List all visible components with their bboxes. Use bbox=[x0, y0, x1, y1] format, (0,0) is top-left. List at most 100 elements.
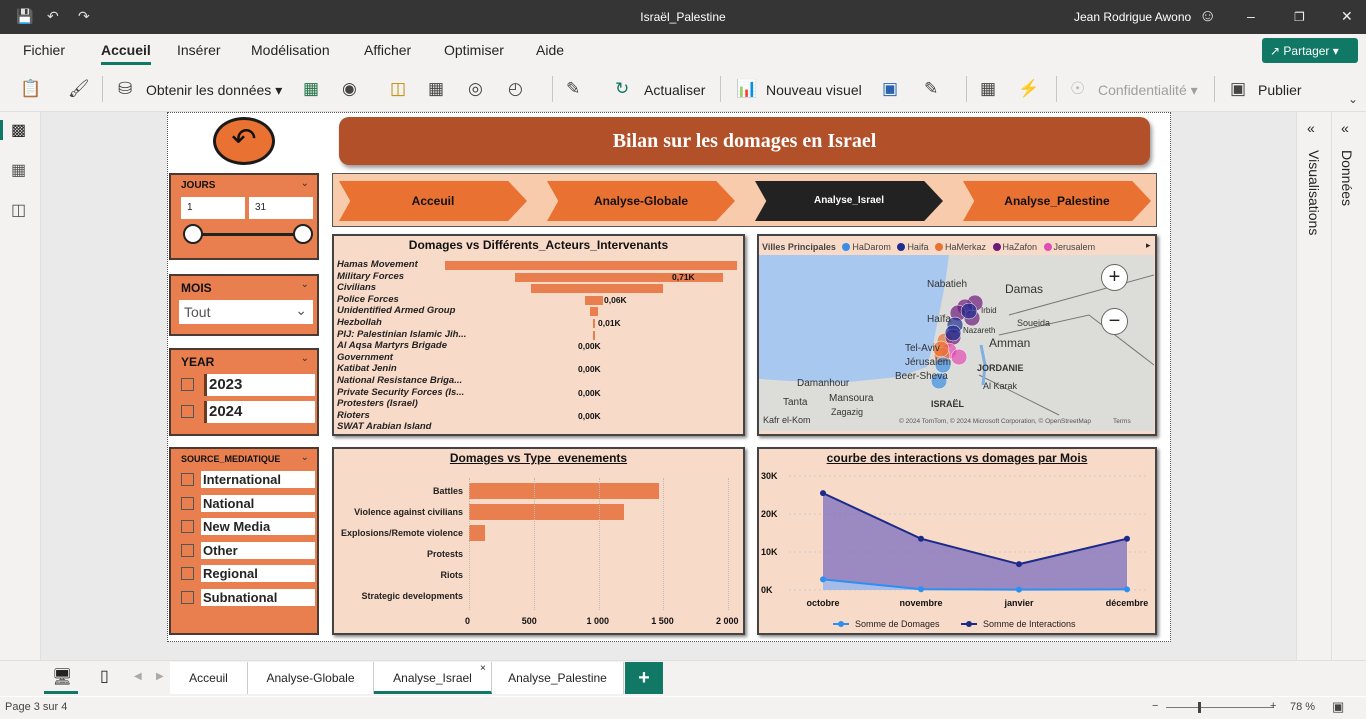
format-painter-icon[interactable]: 🖌 bbox=[68, 79, 90, 99]
interactions-point[interactable] bbox=[1124, 535, 1130, 542]
text-box-icon[interactable]: ▣ bbox=[882, 79, 898, 99]
actor-bar[interactable] bbox=[445, 261, 737, 270]
year-option-label[interactable]: 2024 bbox=[204, 401, 315, 423]
more-visuals-icon[interactable]: ✎ bbox=[924, 79, 938, 99]
domages-point[interactable] bbox=[918, 586, 924, 593]
page-tab-analyse-israel[interactable]: Analyse_Israel bbox=[374, 662, 492, 694]
close-tab-icon[interactable]: × bbox=[480, 663, 486, 674]
dataverse-icon[interactable]: ◉ bbox=[342, 79, 357, 99]
page-tab-analyse-palestine[interactable]: Analyse_Palestine bbox=[492, 662, 624, 694]
collapse-ribbon-icon[interactable]: ⌄ bbox=[1348, 92, 1358, 106]
source-option[interactable]: Other bbox=[179, 542, 315, 560]
chevron-down-icon[interactable]: ⌄ bbox=[301, 452, 309, 463]
map-point[interactable] bbox=[960, 302, 978, 320]
zoom-in-icon[interactable]: + bbox=[1270, 700, 1276, 712]
sql-icon[interactable]: ◫ bbox=[390, 79, 406, 99]
sensitivity-button[interactable]: Confidentialité ▾ bbox=[1098, 82, 1198, 99]
add-page-button[interactable]: + bbox=[625, 662, 663, 694]
map-terms-link[interactable]: Terms bbox=[1113, 418, 1131, 425]
interactions-point[interactable] bbox=[918, 535, 924, 542]
chevron-down-icon[interactable]: ⌄ bbox=[301, 279, 309, 290]
actor-bar[interactable] bbox=[585, 295, 603, 305]
nav-button-analyse-globale[interactable]: Analyse-Globale bbox=[547, 181, 735, 221]
chevron-down-icon[interactable]: ⌄ bbox=[301, 178, 309, 189]
zoom-out-button[interactable]: − bbox=[1101, 308, 1128, 335]
source-option[interactable]: Regional bbox=[179, 565, 315, 583]
source-checkbox[interactable] bbox=[181, 591, 194, 604]
interactions-point[interactable] bbox=[820, 490, 826, 497]
jours-min-handle[interactable] bbox=[183, 224, 203, 244]
mobile-layout-icon[interactable]: ▯ bbox=[100, 666, 109, 686]
nav-button-analyse-israel[interactable]: Analyse_Israel bbox=[755, 181, 943, 221]
map-point[interactable] bbox=[950, 348, 968, 366]
menu-inserer[interactable]: Insérer bbox=[177, 42, 221, 58]
actor-bar[interactable] bbox=[593, 330, 595, 340]
jours-max-handle[interactable] bbox=[293, 224, 313, 244]
report-view-icon[interactable]: ▩ bbox=[11, 120, 26, 140]
actor-bar[interactable] bbox=[531, 284, 663, 294]
year-option-label[interactable]: 2023 bbox=[204, 374, 315, 396]
enter-data-icon[interactable]: ▦ bbox=[428, 79, 444, 99]
year-2023-checkbox[interactable] bbox=[181, 378, 194, 391]
legend-next-icon[interactable]: ▸ bbox=[1146, 240, 1151, 251]
menu-aide[interactable]: Aide bbox=[536, 42, 564, 58]
zoom-in-button[interactable]: + bbox=[1101, 264, 1128, 291]
refresh-button[interactable]: Actualiser bbox=[644, 82, 705, 98]
source-checkbox[interactable] bbox=[181, 497, 194, 510]
menu-accueil[interactable]: Accueil bbox=[101, 42, 151, 65]
publish-button[interactable]: Publier bbox=[1258, 82, 1302, 98]
domages-point[interactable] bbox=[1016, 586, 1022, 593]
transform-data-icon[interactable]: ✎ bbox=[566, 79, 580, 99]
zoom-slider[interactable] bbox=[1166, 707, 1274, 708]
source-option[interactable]: International bbox=[179, 471, 315, 489]
event-type-bar[interactable] bbox=[469, 483, 660, 499]
source-checkbox[interactable] bbox=[181, 473, 194, 486]
collapse-visualizations-icon[interactable]: « bbox=[1307, 120, 1315, 136]
excel-icon[interactable]: ▦ bbox=[303, 79, 319, 99]
mois-dropdown[interactable]: Tout ⌄ bbox=[179, 300, 313, 324]
menu-modelisation[interactable]: Modélisation bbox=[251, 42, 330, 58]
back-button[interactable]: ↶ bbox=[213, 117, 275, 165]
source-option[interactable]: Subnational bbox=[179, 589, 315, 607]
transform-icon[interactable]: ◴ bbox=[508, 79, 523, 99]
maximize-icon[interactable]: ❐ bbox=[1294, 10, 1305, 24]
nav-button-analyse-palestine[interactable]: Analyse_Palestine bbox=[963, 181, 1151, 221]
fit-to-page-icon[interactable]: ▣ bbox=[1332, 699, 1344, 715]
map-canvas[interactable]: Nabatieh Damas Haïfa Soueida Tel-Aviv Am… bbox=[759, 255, 1154, 431]
get-data-button[interactable]: Obtenir les données ▾ bbox=[146, 82, 282, 99]
source-checkbox[interactable] bbox=[181, 520, 194, 533]
event-type-bar[interactable] bbox=[469, 525, 485, 541]
menu-fichier[interactable]: Fichier bbox=[23, 42, 65, 58]
share-button[interactable]: ↗ Partager ▾ bbox=[1262, 38, 1358, 63]
calculator-icon[interactable]: ▦ bbox=[980, 79, 996, 99]
page-tab-analyse-globale[interactable]: Analyse-Globale bbox=[248, 662, 374, 694]
event-types-chart[interactable]: Domages vs Type_evenements bbox=[332, 447, 745, 635]
model-view-icon[interactable]: ◫ bbox=[11, 200, 26, 220]
data-pane-label[interactable]: Données bbox=[1339, 150, 1355, 206]
menu-optimiser[interactable]: Optimiser bbox=[444, 42, 504, 58]
actor-bar[interactable] bbox=[592, 319, 596, 328]
close-icon[interactable]: ✕ bbox=[1341, 8, 1353, 25]
actor-bar[interactable] bbox=[589, 307, 599, 317]
source-option[interactable]: National bbox=[179, 495, 315, 513]
jours-min-input[interactable]: 1 bbox=[181, 197, 245, 219]
domages-point[interactable] bbox=[820, 576, 826, 583]
tab-scroll-left-icon[interactable]: ◀ bbox=[134, 671, 142, 682]
collapse-data-icon[interactable]: « bbox=[1341, 120, 1349, 136]
tab-scroll-right-icon[interactable]: ▶ bbox=[156, 671, 164, 682]
actors-chart[interactable]: Domages vs Différents_Acteurs_Intervenan… bbox=[332, 234, 745, 436]
source-checkbox[interactable] bbox=[181, 544, 194, 557]
visualizations-pane-label[interactable]: Visualisations bbox=[1306, 150, 1322, 235]
new-visual-button[interactable]: Nouveau visuel bbox=[766, 82, 862, 98]
nav-button-acceuil[interactable]: Acceuil bbox=[339, 181, 527, 221]
year-2024-checkbox[interactable] bbox=[181, 405, 194, 418]
page-tab-acceuil[interactable]: Acceuil bbox=[170, 662, 248, 694]
table-view-icon[interactable]: ▦ bbox=[11, 160, 26, 180]
recent-sources-icon[interactable]: ◎ bbox=[468, 79, 483, 99]
source-option[interactable]: New Media bbox=[179, 518, 315, 536]
chevron-down-icon[interactable]: ⌄ bbox=[301, 353, 309, 364]
map-point[interactable] bbox=[944, 324, 962, 342]
source-checkbox[interactable] bbox=[181, 567, 194, 580]
domages-point[interactable] bbox=[1124, 586, 1130, 593]
minimize-icon[interactable]: – bbox=[1247, 8, 1255, 24]
